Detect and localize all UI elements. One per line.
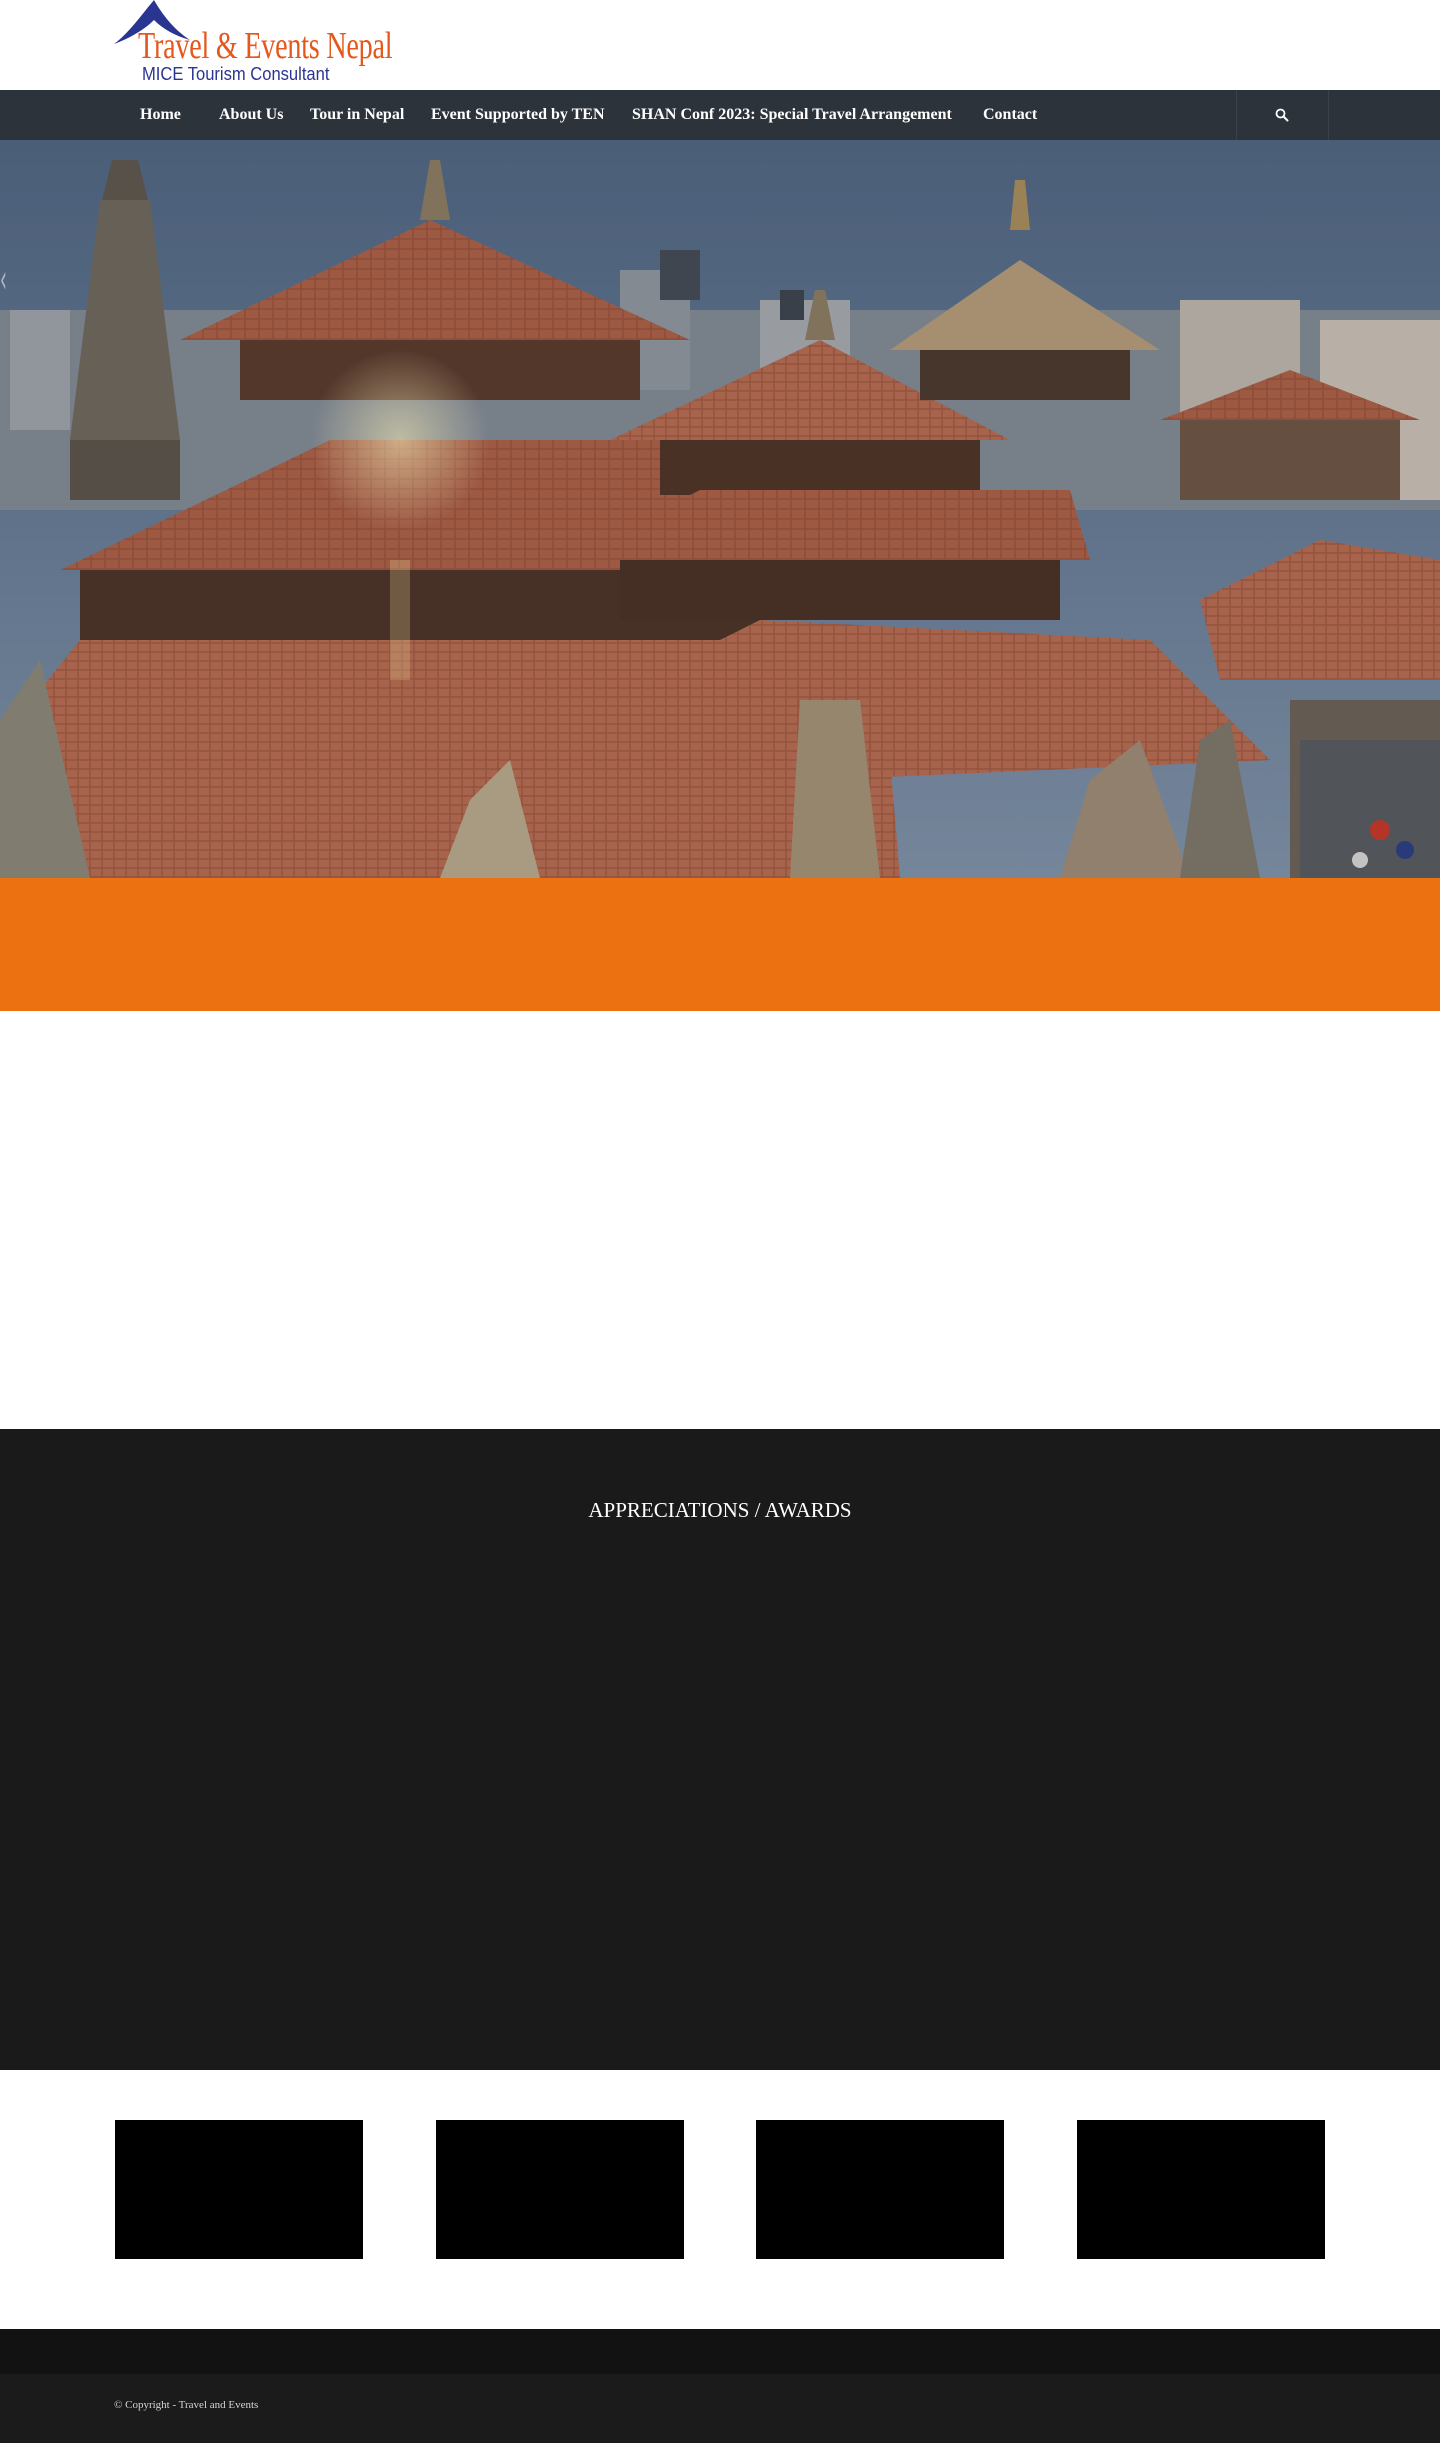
media-box[interactable]: [1077, 2120, 1325, 2259]
site-footer: © Copyright - Travel and Events: [0, 2374, 1440, 2443]
copyright-text: © Copyright - Travel and Events: [114, 2399, 259, 2411]
site-logo[interactable]: Travel & Events Nepal MICE Tourism Consu…: [114, 0, 393, 88]
site-header: Travel & Events Nepal MICE Tourism Consu…: [0, 0, 1440, 90]
search-icon: [1275, 108, 1289, 122]
nav-item-event-supported[interactable]: Event Supported by TEN: [431, 90, 605, 140]
nav-item-about-us[interactable]: About Us: [219, 90, 283, 140]
accent-band: [0, 878, 1440, 1011]
logo-name: Travel & Events Nepal: [138, 25, 393, 67]
media-box[interactable]: [436, 2120, 684, 2259]
slider-prev-arrow[interactable]: ‹: [0, 260, 7, 298]
logo-tagline: MICE Tourism Consultant: [142, 64, 330, 84]
appreciations-title: APPRECIATIONS / AWARDS: [588, 1498, 852, 1522]
appreciations-section: APPRECIATIONS / AWARDS: [0, 1429, 1440, 2070]
footer-widgets: [0, 2329, 1440, 2374]
hero-pagoda-illustration: [0, 140, 1440, 878]
search-button[interactable]: [1236, 90, 1328, 140]
main-navigation: Home About Us Tour in Nepal Event Suppor…: [0, 90, 1440, 140]
nav-item-shan-conf-2023[interactable]: SHAN Conf 2023: Special Travel Arrangeme…: [632, 90, 952, 140]
nav-item-home[interactable]: Home: [140, 90, 181, 140]
nav-item-contact[interactable]: Contact: [983, 90, 1037, 140]
nav-item-tour-in-nepal[interactable]: Tour in Nepal: [310, 90, 404, 140]
hero-image: ‹: [0, 140, 1440, 878]
nav-divider: [1328, 90, 1329, 140]
media-box[interactable]: [115, 2120, 363, 2259]
media-box[interactable]: [756, 2120, 1004, 2259]
